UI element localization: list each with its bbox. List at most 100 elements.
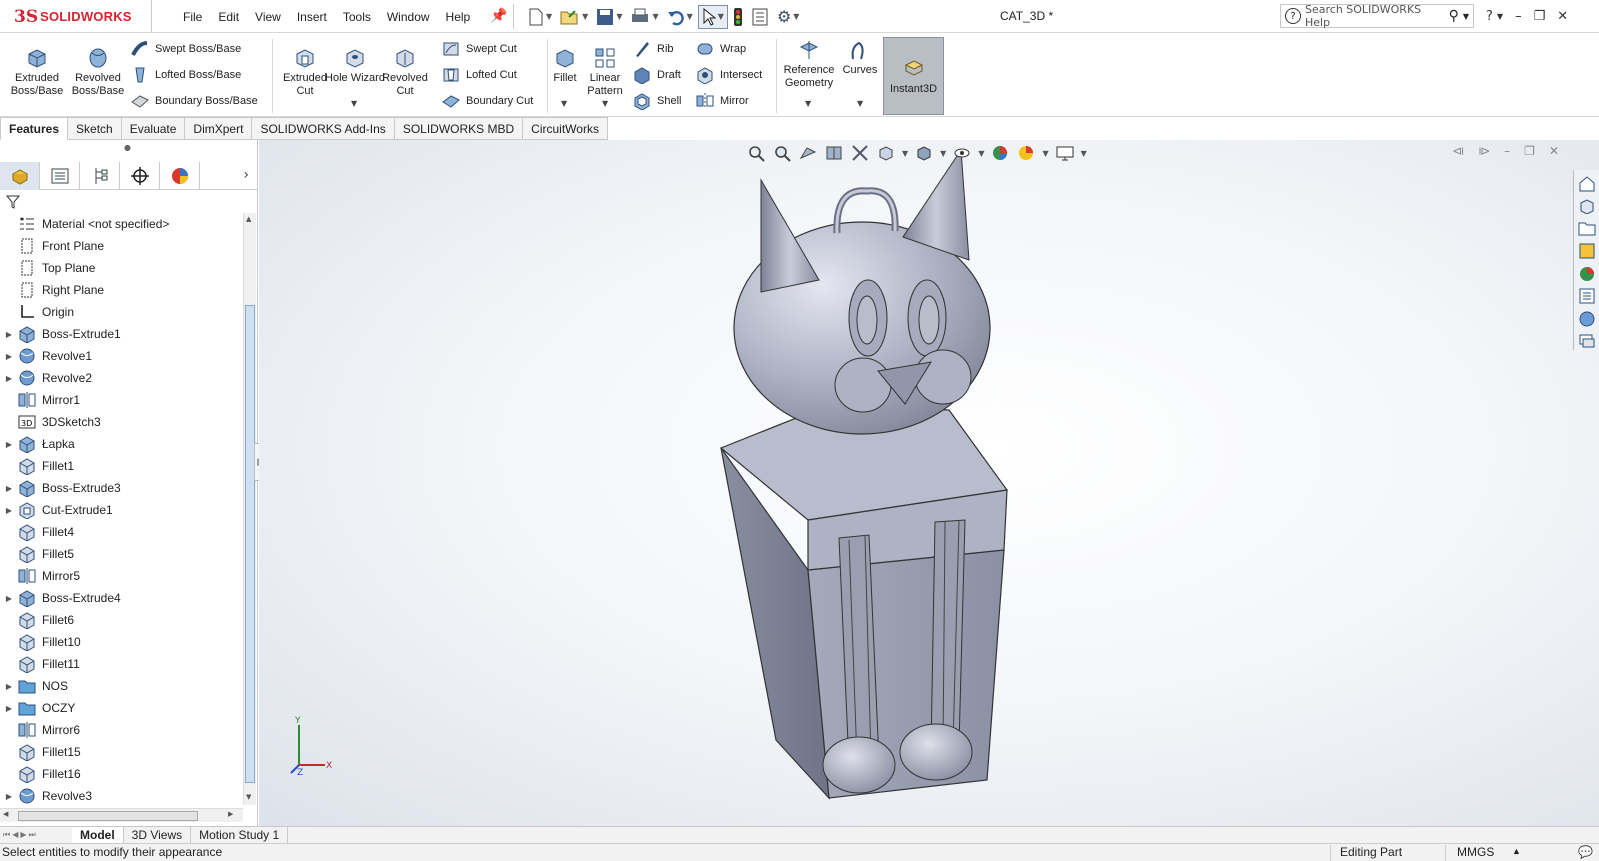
- expand-arrow-icon[interactable]: ▶: [0, 792, 18, 801]
- tree-item[interactable]: Mirror1: [0, 389, 243, 411]
- solidworks-resources-icon[interactable]: [1578, 310, 1596, 328]
- tree-item[interactable]: ▶ Boss-Extrude4: [0, 587, 243, 609]
- menu-file[interactable]: File: [175, 10, 210, 24]
- expand-arrow-icon[interactable]: ▶: [0, 704, 18, 713]
- feature-manager-tab[interactable]: [0, 161, 40, 190]
- menu-view[interactable]: View: [247, 10, 289, 24]
- tab-solidworks-mbd[interactable]: SOLIDWORKS MBD: [394, 117, 524, 140]
- unit-system[interactable]: MMGS: [1457, 845, 1494, 859]
- configuration-manager-tab[interactable]: [80, 161, 120, 190]
- help-menu-icon[interactable]: ?: [1486, 9, 1493, 24]
- expand-arrow-icon[interactable]: ▶: [0, 330, 18, 339]
- solidworks-logo[interactable]: 3S SOLIDWORKS: [0, 0, 152, 33]
- tree-item[interactable]: Fillet15: [0, 741, 243, 763]
- linear-pattern-dropdown-icon[interactable]: ▼: [602, 99, 608, 108]
- boundary-cut-button[interactable]: Boundary Cut: [442, 91, 533, 111]
- tree-item[interactable]: Fillet6: [0, 609, 243, 631]
- expand-arrow-icon[interactable]: ▶: [0, 682, 18, 691]
- unit-system-dropdown-icon[interactable]: ▲: [1512, 846, 1521, 856]
- view-settings-dropdown-icon[interactable]: ▼: [1081, 149, 1087, 158]
- fillet-button[interactable]: Fillet: [550, 47, 580, 85]
- tab-dimxpert[interactable]: DimXpert: [185, 117, 253, 140]
- display-style-icon[interactable]: [914, 144, 934, 162]
- tree-item[interactable]: ▶ Revolve2: [0, 367, 243, 389]
- expand-arrow-icon[interactable]: ▶: [0, 374, 18, 383]
- menu-edit[interactable]: Edit: [210, 10, 247, 24]
- menu-help[interactable]: Help: [438, 10, 479, 24]
- tree-item[interactable]: ▶ Boss-Extrude1: [0, 323, 243, 345]
- tab-evaluate[interactable]: Evaluate: [121, 117, 186, 140]
- menu-insert[interactable]: Insert: [289, 10, 335, 24]
- first-tab-icon[interactable]: ⏮: [3, 830, 10, 840]
- design-library-icon[interactable]: [1578, 219, 1596, 237]
- menu-tools[interactable]: Tools: [335, 10, 379, 24]
- linear-pattern-button[interactable]: Linear Pattern: [583, 47, 627, 98]
- tab-model[interactable]: Model: [72, 826, 124, 844]
- select-button[interactable]: ▼: [697, 4, 728, 29]
- section-view-icon[interactable]: [824, 144, 844, 162]
- tree-item[interactable]: ▶ Revolve3: [0, 785, 243, 805]
- expand-arrow-icon[interactable]: ▶: [0, 506, 18, 515]
- curves-button[interactable]: Curves: [840, 39, 880, 77]
- fillet-dropdown-icon[interactable]: ▼: [561, 99, 567, 108]
- zoom-to-area-icon[interactable]: [772, 144, 792, 162]
- tab-3d-views[interactable]: 3D Views: [124, 826, 192, 844]
- tree-item[interactable]: ▶ NOS: [0, 675, 243, 697]
- custom-properties-icon[interactable]: [1578, 287, 1596, 305]
- search-input[interactable]: Search SOLIDWORKS Help: [1305, 3, 1445, 29]
- shell-button[interactable]: Shell: [633, 91, 681, 111]
- scroll-right-icon[interactable]: ▶: [228, 810, 233, 818]
- rib-button[interactable]: Rib: [633, 39, 674, 59]
- prev-tab-icon[interactable]: ◀: [12, 830, 18, 840]
- search-box[interactable]: ? Search SOLIDWORKS Help ⚲ ▼: [1280, 3, 1474, 29]
- edit-appearance-icon[interactable]: [990, 144, 1010, 162]
- scroll-down-icon[interactable]: ▼: [246, 793, 251, 801]
- expand-arrow-icon[interactable]: ▶: [0, 484, 18, 493]
- tree-item[interactable]: Fillet16: [0, 763, 243, 785]
- swept-boss-button[interactable]: Swept Boss/Base: [131, 39, 241, 59]
- tree-item[interactable]: Right Plane: [0, 279, 243, 301]
- panel-more-icon[interactable]: ›: [243, 167, 249, 183]
- swept-cut-button[interactable]: Swept Cut: [442, 39, 517, 59]
- hide-show-dropdown-icon[interactable]: ▼: [978, 149, 984, 158]
- pin-icon[interactable]: 📌: [490, 8, 507, 24]
- hide-show-items-icon[interactable]: [952, 144, 972, 162]
- undo-button[interactable]: ▼: [664, 5, 696, 29]
- file-properties-button[interactable]: [748, 5, 772, 29]
- graphics-area[interactable]: ▼ ▼ ▼ ▼ ▼ ⧏ ⧐ – ❐ ✕ Y X Z: [259, 140, 1599, 826]
- new-document-button[interactable]: ▼: [525, 5, 555, 29]
- extruded-boss-button[interactable]: Extruded Boss/Base: [7, 47, 67, 98]
- expand-arrow-icon[interactable]: ▶: [0, 440, 18, 449]
- wrap-button[interactable]: Wrap: [696, 39, 746, 59]
- viewport-minimize-icon[interactable]: –: [1504, 144, 1510, 158]
- apply-scene-icon[interactable]: [1016, 144, 1036, 162]
- viewport-restore-icon[interactable]: ❐: [1524, 144, 1535, 158]
- quick-tips-icon[interactable]: 💬: [1578, 845, 1593, 859]
- print-button[interactable]: ▼: [627, 5, 661, 29]
- panel-grip-icon[interactable]: ●: [124, 143, 131, 152]
- tree-item[interactable]: Origin: [0, 301, 243, 323]
- expand-arrow-icon[interactable]: ▶: [0, 594, 18, 603]
- view-settings-icon[interactable]: [1055, 144, 1075, 162]
- tree-item[interactable]: ▶ OCZY: [0, 697, 243, 719]
- tree-item[interactable]: Mirror6: [0, 719, 243, 741]
- rebuild-button[interactable]: [730, 5, 746, 29]
- tree-item[interactable]: Mirror5: [0, 565, 243, 587]
- tree-item[interactable]: Fillet4: [0, 521, 243, 543]
- tree-item[interactable]: Material <not specified>: [0, 213, 243, 235]
- menu-window[interactable]: Window: [379, 10, 438, 24]
- tab-motion-study[interactable]: Motion Study 1: [191, 826, 289, 844]
- tree-item[interactable]: ▶ Łapka: [0, 433, 243, 455]
- forum-icon[interactable]: [1578, 332, 1596, 350]
- tree-item[interactable]: Fillet11: [0, 653, 243, 675]
- expand-arrow-icon[interactable]: ▶: [0, 352, 18, 361]
- options-button[interactable]: ⚙ ▼: [774, 5, 803, 29]
- open-button[interactable]: ▼: [557, 5, 591, 29]
- next-tab-icon[interactable]: ▶: [20, 830, 26, 840]
- tab-features[interactable]: Features: [0, 117, 69, 140]
- view-orientation-dropdown-icon[interactable]: ▼: [902, 149, 908, 158]
- horizontal-scroll-thumb[interactable]: [18, 811, 198, 821]
- curves-dropdown-icon[interactable]: ▼: [857, 99, 863, 108]
- tab-circuitworks[interactable]: CircuitWorks: [523, 117, 608, 140]
- tree-item[interactable]: ▶ Revolve1: [0, 345, 243, 367]
